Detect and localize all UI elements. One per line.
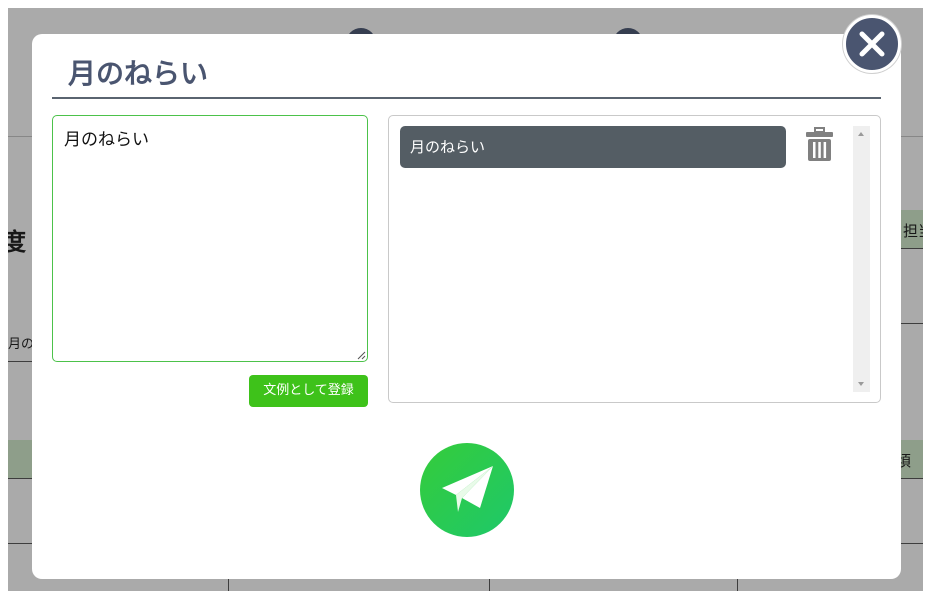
aim-textarea[interactable]: 月のねらい [52, 115, 368, 362]
paper-plane-icon [442, 466, 493, 512]
close-icon [859, 31, 885, 57]
send-button[interactable] [420, 443, 514, 537]
resize-grip-icon[interactable] [356, 350, 366, 360]
modal-title: 月のねらい [68, 58, 209, 89]
scroll-down-arrow-icon[interactable] [858, 382, 864, 386]
scroll-up-arrow-icon[interactable] [858, 132, 864, 136]
list-scrollbar[interactable] [853, 126, 870, 392]
title-divider [52, 97, 881, 99]
close-button[interactable] [843, 15, 901, 73]
trash-icon[interactable] [805, 127, 834, 163]
saved-example-item[interactable]: 月のねらい [400, 126, 786, 168]
register-example-button[interactable]: 文例として登録 [249, 375, 368, 407]
